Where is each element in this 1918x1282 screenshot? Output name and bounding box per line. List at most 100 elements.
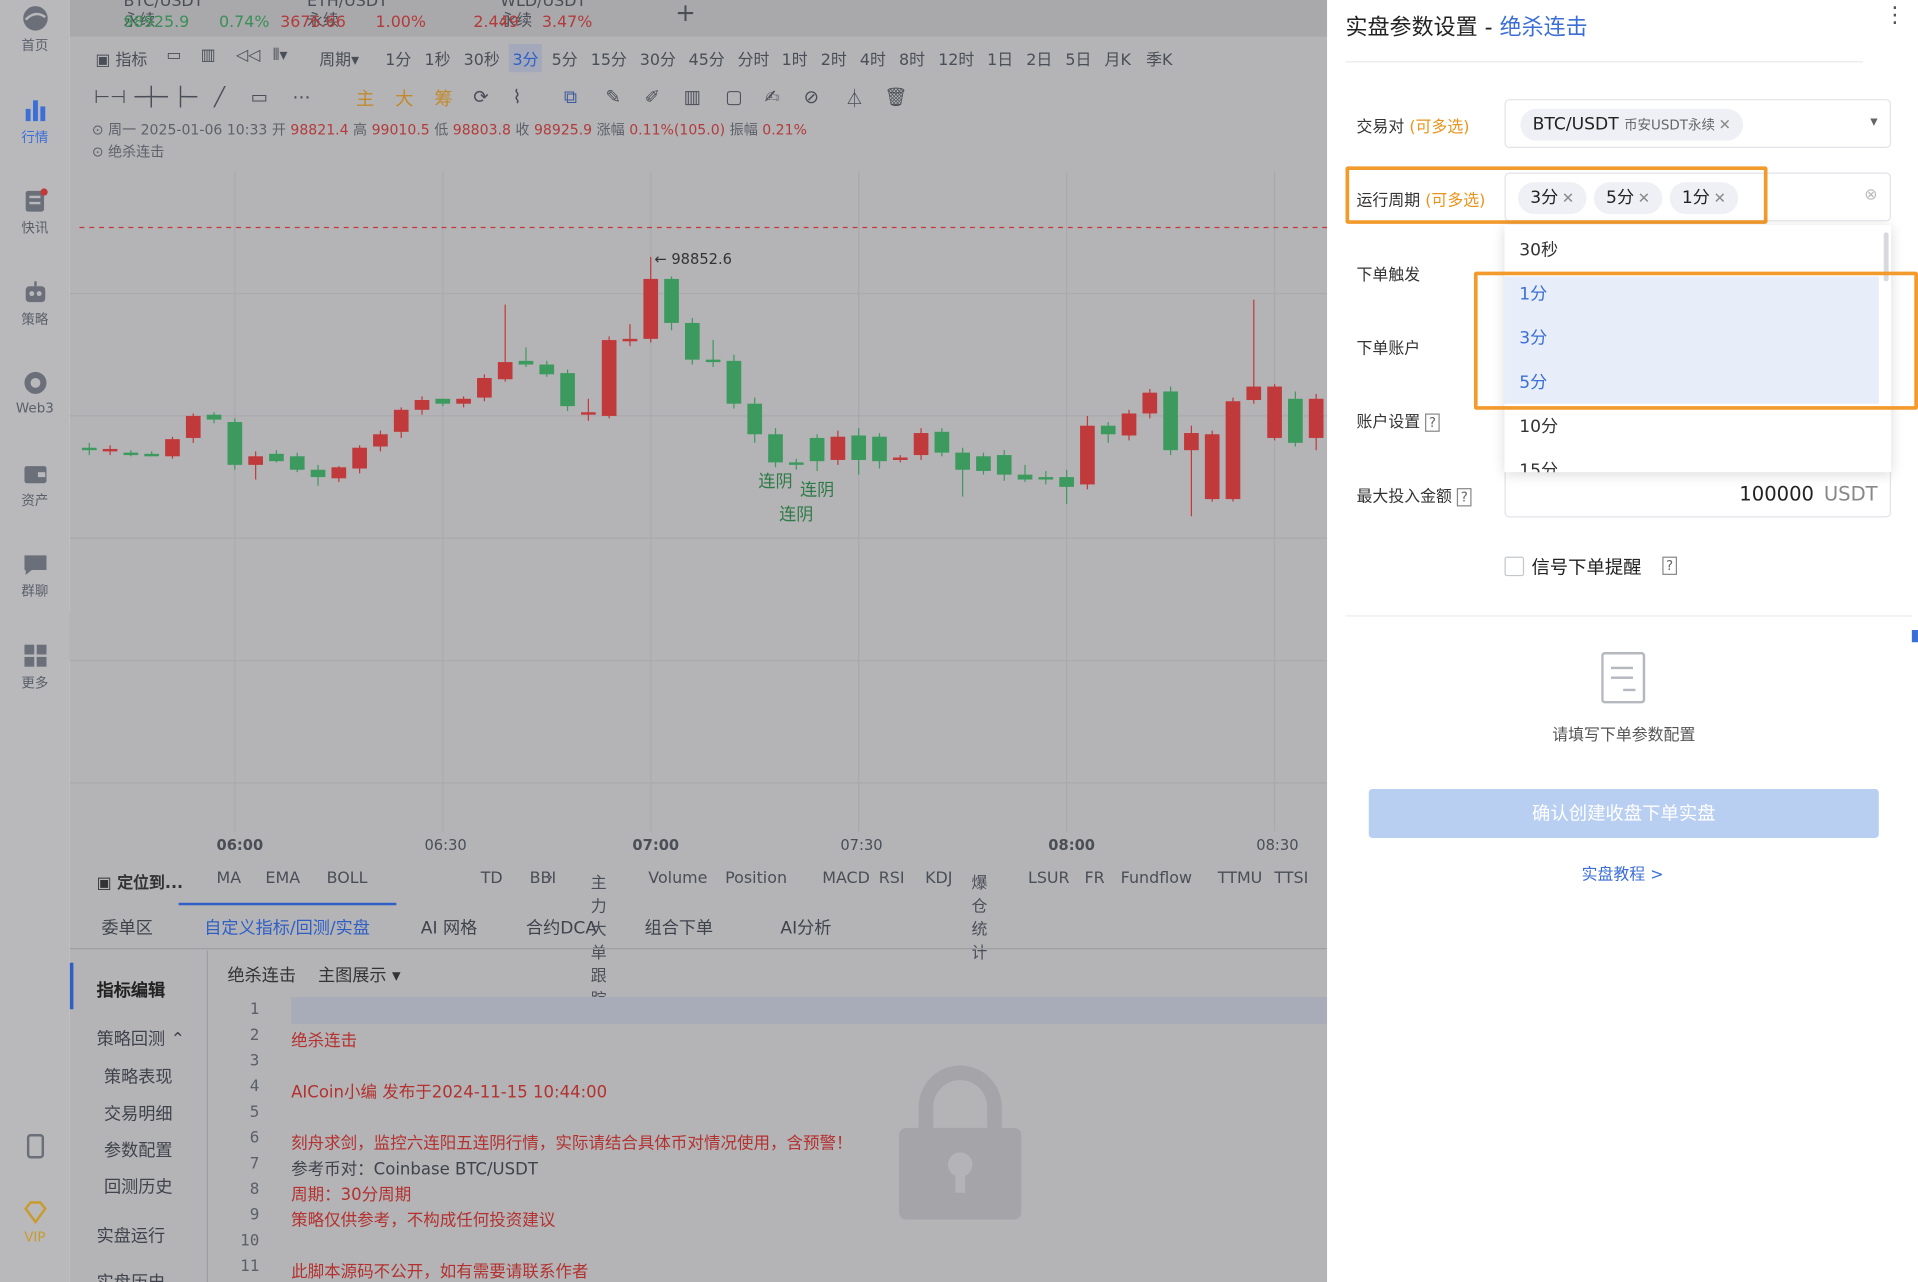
rail-strategy[interactable]: 策略 bbox=[0, 279, 70, 329]
sub-indicator-8[interactable]: Fundflow bbox=[1121, 870, 1192, 888]
bottom-tab-1[interactable]: 自定义指标/回测/实盘 bbox=[204, 915, 370, 939]
display-dropdown[interactable]: 主图展示 ▾ bbox=[318, 963, 401, 987]
interval-4[interactable]: 5分 bbox=[548, 44, 581, 72]
bottom-tab-5[interactable]: AI分析 bbox=[780, 915, 831, 939]
ray-icon[interactable]: ├─ bbox=[175, 86, 197, 108]
sync-icon[interactable]: ⟳ bbox=[473, 86, 488, 108]
sub-indicator-6[interactable]: LSUR bbox=[1028, 870, 1070, 888]
panel-title-link[interactable]: 绝杀连击 bbox=[1500, 15, 1588, 41]
menu-trades[interactable]: 交易明细 bbox=[104, 1101, 172, 1125]
interval-18[interactable]: 季K bbox=[1142, 44, 1176, 72]
max-amount-input[interactable]: 100000 USDT bbox=[1504, 468, 1892, 518]
menu-indicator-edit[interactable]: 指标编辑 bbox=[97, 977, 165, 1001]
tag-close-icon[interactable]: ✕ bbox=[1719, 116, 1731, 133]
signal-checkbox[interactable] bbox=[1504, 556, 1525, 577]
chevron-right-icon[interactable]: › bbox=[547, 869, 553, 887]
interval-8[interactable]: 分时 bbox=[734, 44, 773, 72]
rail-chat[interactable]: 群聊 bbox=[0, 550, 70, 600]
rail-home[interactable]: 首页 bbox=[0, 5, 70, 55]
clear-icon[interactable]: ⊗ bbox=[1864, 186, 1877, 204]
interval-10[interactable]: 2时 bbox=[817, 44, 850, 72]
indicator-1[interactable]: EMA bbox=[265, 870, 300, 888]
link-icon[interactable]: ⊘ bbox=[804, 86, 819, 108]
sub-indicator-7[interactable]: FR bbox=[1084, 870, 1104, 888]
menu-live[interactable]: 实盘运行 bbox=[97, 1223, 165, 1247]
ruler-icon[interactable]: ✎ bbox=[605, 86, 620, 108]
indicator-0[interactable]: MA bbox=[217, 870, 242, 888]
interval-15[interactable]: 2日 bbox=[1023, 44, 1056, 72]
rectangle-icon[interactable]: ▭ bbox=[251, 86, 268, 108]
help-icon[interactable]: ? bbox=[1425, 413, 1440, 432]
chevron-down-icon[interactable]: ▾ bbox=[1870, 113, 1877, 130]
rail-vip[interactable]: VIP bbox=[0, 1199, 70, 1245]
interval-16[interactable]: 5日 bbox=[1062, 44, 1095, 72]
note-icon[interactable]: ✍ bbox=[765, 86, 780, 108]
indicator-2[interactable]: BOLL bbox=[327, 870, 368, 888]
filter-icon[interactable]: ⏃ bbox=[845, 86, 863, 112]
code-editor[interactable]: 绝杀连击 主图展示 ▾ 1 2 绝杀连击 3 4 AICoin小编 发布于2024-11-… bbox=[208, 951, 1328, 1282]
menu-live-history[interactable]: 实盘历史 bbox=[97, 1270, 165, 1282]
chip-button[interactable]: 筹 bbox=[434, 86, 452, 112]
period-dropdown[interactable]: 周期▾ bbox=[319, 46, 359, 69]
main-force-button[interactable]: 主 bbox=[356, 86, 374, 112]
trash-icon[interactable]: 🗑 bbox=[884, 86, 907, 108]
sub-indicator-0[interactable]: Volume bbox=[648, 870, 707, 888]
calendar-icon[interactable]: ▭ bbox=[166, 46, 181, 64]
bottom-tab-0[interactable]: 委单区 bbox=[102, 915, 153, 939]
locate-button[interactable]: ▣ 定位到... bbox=[97, 870, 183, 893]
cross-line-icon[interactable]: ─┼─ bbox=[135, 86, 168, 108]
dropdown-option-4[interactable]: 10分 bbox=[1519, 413, 1558, 437]
candle-tool-icon[interactable]: ▥ bbox=[684, 86, 701, 108]
trend-line-icon[interactable]: ╱ bbox=[214, 86, 225, 108]
candlestick-chart[interactable]: ← 98852.6 连阴 连阴 连阴 bbox=[69, 171, 1328, 856]
indicator-button[interactable]: ▣ 指标 bbox=[95, 46, 147, 69]
menu-params[interactable]: 参数配置 bbox=[104, 1138, 172, 1162]
more-icon[interactable]: ⋮ bbox=[1884, 2, 1906, 28]
interval-12[interactable]: 8时 bbox=[895, 44, 928, 72]
sub-indicator-10[interactable]: TTSI bbox=[1274, 870, 1308, 888]
rail-market[interactable]: 行情 bbox=[0, 97, 70, 147]
rewind-icon[interactable]: ◁◁ bbox=[236, 46, 260, 64]
rail-web3[interactable]: Web3 bbox=[0, 369, 70, 416]
interval-1[interactable]: 1秒 bbox=[421, 44, 454, 72]
interval-14[interactable]: 1日 bbox=[983, 44, 1016, 72]
help-icon[interactable]: ? bbox=[1662, 556, 1677, 575]
sub-indicator-9[interactable]: TTMU bbox=[1218, 870, 1263, 888]
menu-backtest[interactable]: 策略回测 ⌃ bbox=[97, 1026, 185, 1050]
interval-11[interactable]: 4时 bbox=[856, 44, 889, 72]
menu-history[interactable]: 回测历史 bbox=[104, 1174, 172, 1198]
hline-icon[interactable]: ⊢⊣ bbox=[94, 86, 126, 108]
sub-indicator-1[interactable]: Position bbox=[725, 870, 787, 888]
tutorial-link[interactable]: 实盘教程 > bbox=[1582, 861, 1664, 884]
menu-performance[interactable]: 策略表现 bbox=[104, 1064, 172, 1088]
rail-news[interactable]: 快讯 bbox=[0, 187, 70, 237]
pair-select[interactable]: BTC/USDT 币安USDT永续 ✕ ▾ bbox=[1504, 99, 1892, 149]
dropdown-option-5[interactable]: 15分 bbox=[1519, 458, 1558, 472]
rail-assets[interactable]: 资产 bbox=[0, 460, 70, 510]
bottom-tab-3[interactable]: 合约DCA bbox=[526, 915, 597, 939]
layout-icon[interactable]: ▥ bbox=[201, 46, 216, 64]
magnet-icon[interactable]: ⌇ bbox=[513, 86, 522, 108]
sub-indicator-4[interactable]: KDJ bbox=[925, 870, 952, 888]
interval-3[interactable]: 3分 bbox=[508, 44, 543, 73]
interval-6[interactable]: 30分 bbox=[636, 44, 679, 72]
chart-type-icon[interactable]: ⫴▾ bbox=[273, 46, 288, 64]
copy-icon[interactable]: ⧉ bbox=[564, 86, 577, 108]
more-tools-icon[interactable]: ⋯ bbox=[292, 86, 310, 108]
rail-mobile[interactable] bbox=[0, 1133, 70, 1164]
big-order-button[interactable]: 大 bbox=[395, 86, 413, 112]
interval-5[interactable]: 15分 bbox=[587, 44, 630, 72]
interval-0[interactable]: 1分 bbox=[382, 44, 415, 72]
interval-9[interactable]: 1时 bbox=[778, 44, 811, 72]
lock-tool-icon[interactable]: ▢ bbox=[725, 86, 742, 108]
sub-indicator-3[interactable]: RSI bbox=[879, 870, 905, 888]
add-tab-button[interactable]: + bbox=[675, 0, 696, 27]
help-icon[interactable]: ? bbox=[1457, 488, 1472, 507]
dropdown-option-0[interactable]: 30秒 bbox=[1519, 237, 1558, 261]
bottom-tab-4[interactable]: 组合下单 bbox=[645, 915, 713, 939]
indicator-3[interactable]: TD bbox=[481, 870, 503, 888]
brush-icon[interactable]: ✐ bbox=[645, 86, 660, 108]
interval-13[interactable]: 12时 bbox=[935, 44, 978, 72]
bottom-tab-2[interactable]: AI 网格 bbox=[421, 915, 477, 939]
interval-2[interactable]: 30秒 bbox=[460, 44, 503, 72]
